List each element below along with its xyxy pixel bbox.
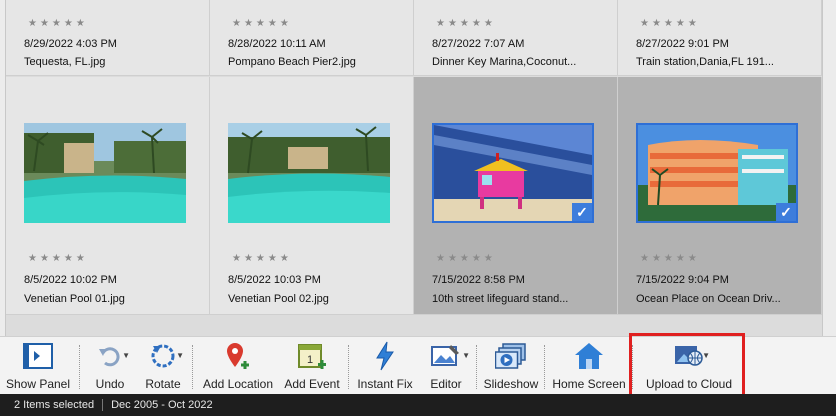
photo-filename: Tequesta, FL.jpg xyxy=(24,56,106,68)
toolbar-separator xyxy=(79,345,80,389)
photo-filename: 10th street lifeguard stand... xyxy=(432,293,569,305)
show-panel-button[interactable]: Show Panel xyxy=(4,339,72,395)
lightning-icon xyxy=(373,339,397,373)
editor-button[interactable]: ▼ Editor xyxy=(420,339,472,395)
photo-date: 8/27/2022 7:07 AM xyxy=(432,38,525,50)
toolbar-separator xyxy=(192,345,193,389)
photo-date: 7/15/2022 9:04 PM xyxy=(636,274,729,286)
panel-icon xyxy=(23,339,53,373)
photo-filename: Venetian Pool 01.jpg xyxy=(24,293,125,305)
photo-thumbnail[interactable] xyxy=(228,123,390,223)
photo-date: 7/15/2022 8:58 PM xyxy=(432,274,525,286)
show-panel-label: Show Panel xyxy=(5,377,71,391)
star-rating[interactable]: ★★★★★ xyxy=(232,253,292,264)
add-event-label: Add Event xyxy=(284,377,340,391)
photo-tile[interactable]: ★★★★★ 8/27/2022 9:01 PM Train station,Da… xyxy=(618,0,822,76)
undo-button[interactable]: ▼ Undo xyxy=(88,339,132,395)
photo-date: 8/28/2022 10:11 AM xyxy=(228,38,326,50)
selected-check-icon[interactable]: ✓ xyxy=(572,203,592,221)
chevron-down-icon[interactable]: ▼ xyxy=(462,351,470,360)
rotate-icon: ▼ xyxy=(138,339,188,373)
photo-filename: Ocean Place on Ocean Driv... xyxy=(636,293,781,305)
undo-label: Undo xyxy=(95,377,125,391)
star-rating[interactable]: ★★★★★ xyxy=(640,253,700,264)
slideshow-button[interactable]: Slideshow xyxy=(482,339,540,395)
photo-filename: Pompano Beach Pier2.jpg xyxy=(228,56,356,68)
ocean-place-image xyxy=(638,125,796,221)
upload-to-cloud-button[interactable]: ▼ Upload to Cloud xyxy=(640,339,738,395)
chevron-down-icon[interactable]: ▼ xyxy=(122,351,130,360)
photo-thumbnail[interactable]: ✓ xyxy=(432,123,594,223)
thumbnail-grid: ★★★★★ 8/29/2022 4:03 PM Tequesta, FL.jpg… xyxy=(0,0,836,336)
venetian-pool-image xyxy=(228,123,390,223)
editor-icon: ▼ xyxy=(420,339,472,373)
photo-tile[interactable]: ★★★★★ 8/5/2022 10:02 PM Venetian Pool 01… xyxy=(6,77,210,315)
status-divider xyxy=(102,399,104,411)
photo-thumbnail[interactable]: ✓ xyxy=(636,123,798,223)
calendar-day-number: 1 xyxy=(307,354,313,366)
photo-filename: Dinner Key Marina,Coconut... xyxy=(432,56,577,68)
add-event-button[interactable]: 1 Add Event xyxy=(280,339,344,395)
lifeguard-stand-image xyxy=(434,125,592,221)
undo-icon: ▼ xyxy=(88,339,132,373)
star-rating[interactable]: ★★★★★ xyxy=(28,253,88,264)
vertical-scrollbar[interactable] xyxy=(822,0,836,336)
bottom-toolbar: Show Panel ▼ Undo ▼ Rotate Add Location … xyxy=(0,336,836,394)
slideshow-label: Slideshow xyxy=(483,377,539,391)
photo-date: 8/5/2022 10:03 PM xyxy=(228,274,321,286)
photo-tile[interactable]: ★★★★★ 8/5/2022 10:03 PM Venetian Pool 02… xyxy=(210,77,414,315)
rotate-button[interactable]: ▼ Rotate xyxy=(138,339,188,395)
photo-date: 8/29/2022 4:03 PM xyxy=(24,38,117,50)
add-location-label: Add Location xyxy=(202,377,274,391)
star-rating[interactable]: ★★★★★ xyxy=(640,18,700,29)
chevron-down-icon[interactable]: ▼ xyxy=(176,351,184,360)
toolbar-separator xyxy=(544,345,545,389)
chevron-down-icon[interactable]: ▼ xyxy=(702,351,710,360)
date-range: Dec 2005 - Oct 2022 xyxy=(111,399,213,411)
instant-fix-label: Instant Fix xyxy=(357,377,413,391)
home-screen-button[interactable]: Home Screen xyxy=(550,339,628,395)
star-rating[interactable]: ★★★★★ xyxy=(232,18,292,29)
star-rating[interactable]: ★★★★★ xyxy=(28,18,88,29)
venetian-pool-image xyxy=(24,123,186,223)
instant-fix-button[interactable]: Instant Fix xyxy=(354,339,416,395)
photo-tile[interactable]: ★★★★★ 8/29/2022 4:03 PM Tequesta, FL.jpg xyxy=(6,0,210,76)
cloud-upload-icon: ▼ xyxy=(640,339,738,373)
photo-filename: Train station,Dania,FL 191... xyxy=(636,56,774,68)
star-rating[interactable]: ★★★★★ xyxy=(436,253,496,264)
slideshow-icon xyxy=(495,339,527,373)
home-icon xyxy=(574,339,604,373)
editor-label: Editor xyxy=(430,377,462,391)
calendar-icon: 1 xyxy=(297,339,327,373)
photo-tile-selected[interactable]: ✓ ★★★★★ 7/15/2022 9:04 PM Ocean Place on… xyxy=(618,77,822,315)
selection-count: 2 Items selected xyxy=(14,399,95,411)
home-screen-label: Home Screen xyxy=(552,377,626,391)
map-pin-icon xyxy=(223,339,253,373)
toolbar-separator xyxy=(632,345,633,389)
photo-tile[interactable]: ★★★★★ 8/27/2022 7:07 AM Dinner Key Marin… xyxy=(414,0,618,76)
upload-to-cloud-label: Upload to Cloud xyxy=(645,377,733,391)
photo-organizer-window: ★★★★★ 8/29/2022 4:03 PM Tequesta, FL.jpg… xyxy=(0,0,836,416)
photo-tile-selected[interactable]: ✓ ★★★★★ 7/15/2022 8:58 PM 10th street li… xyxy=(414,77,618,315)
photo-filename: Venetian Pool 02.jpg xyxy=(228,293,329,305)
status-bar: 2 Items selected Dec 2005 - Oct 2022 xyxy=(0,394,836,416)
photo-thumbnail[interactable] xyxy=(24,123,186,223)
toolbar-separator xyxy=(476,345,477,389)
photo-tile[interactable]: ★★★★★ 8/28/2022 10:11 AM Pompano Beach P… xyxy=(210,0,414,76)
toolbar-separator xyxy=(348,345,349,389)
photo-date: 8/27/2022 9:01 PM xyxy=(636,38,729,50)
selected-check-icon[interactable]: ✓ xyxy=(776,203,796,221)
add-location-button[interactable]: Add Location xyxy=(200,339,276,395)
star-rating[interactable]: ★★★★★ xyxy=(436,18,496,29)
rotate-label: Rotate xyxy=(145,377,181,391)
photo-date: 8/5/2022 10:02 PM xyxy=(24,274,117,286)
